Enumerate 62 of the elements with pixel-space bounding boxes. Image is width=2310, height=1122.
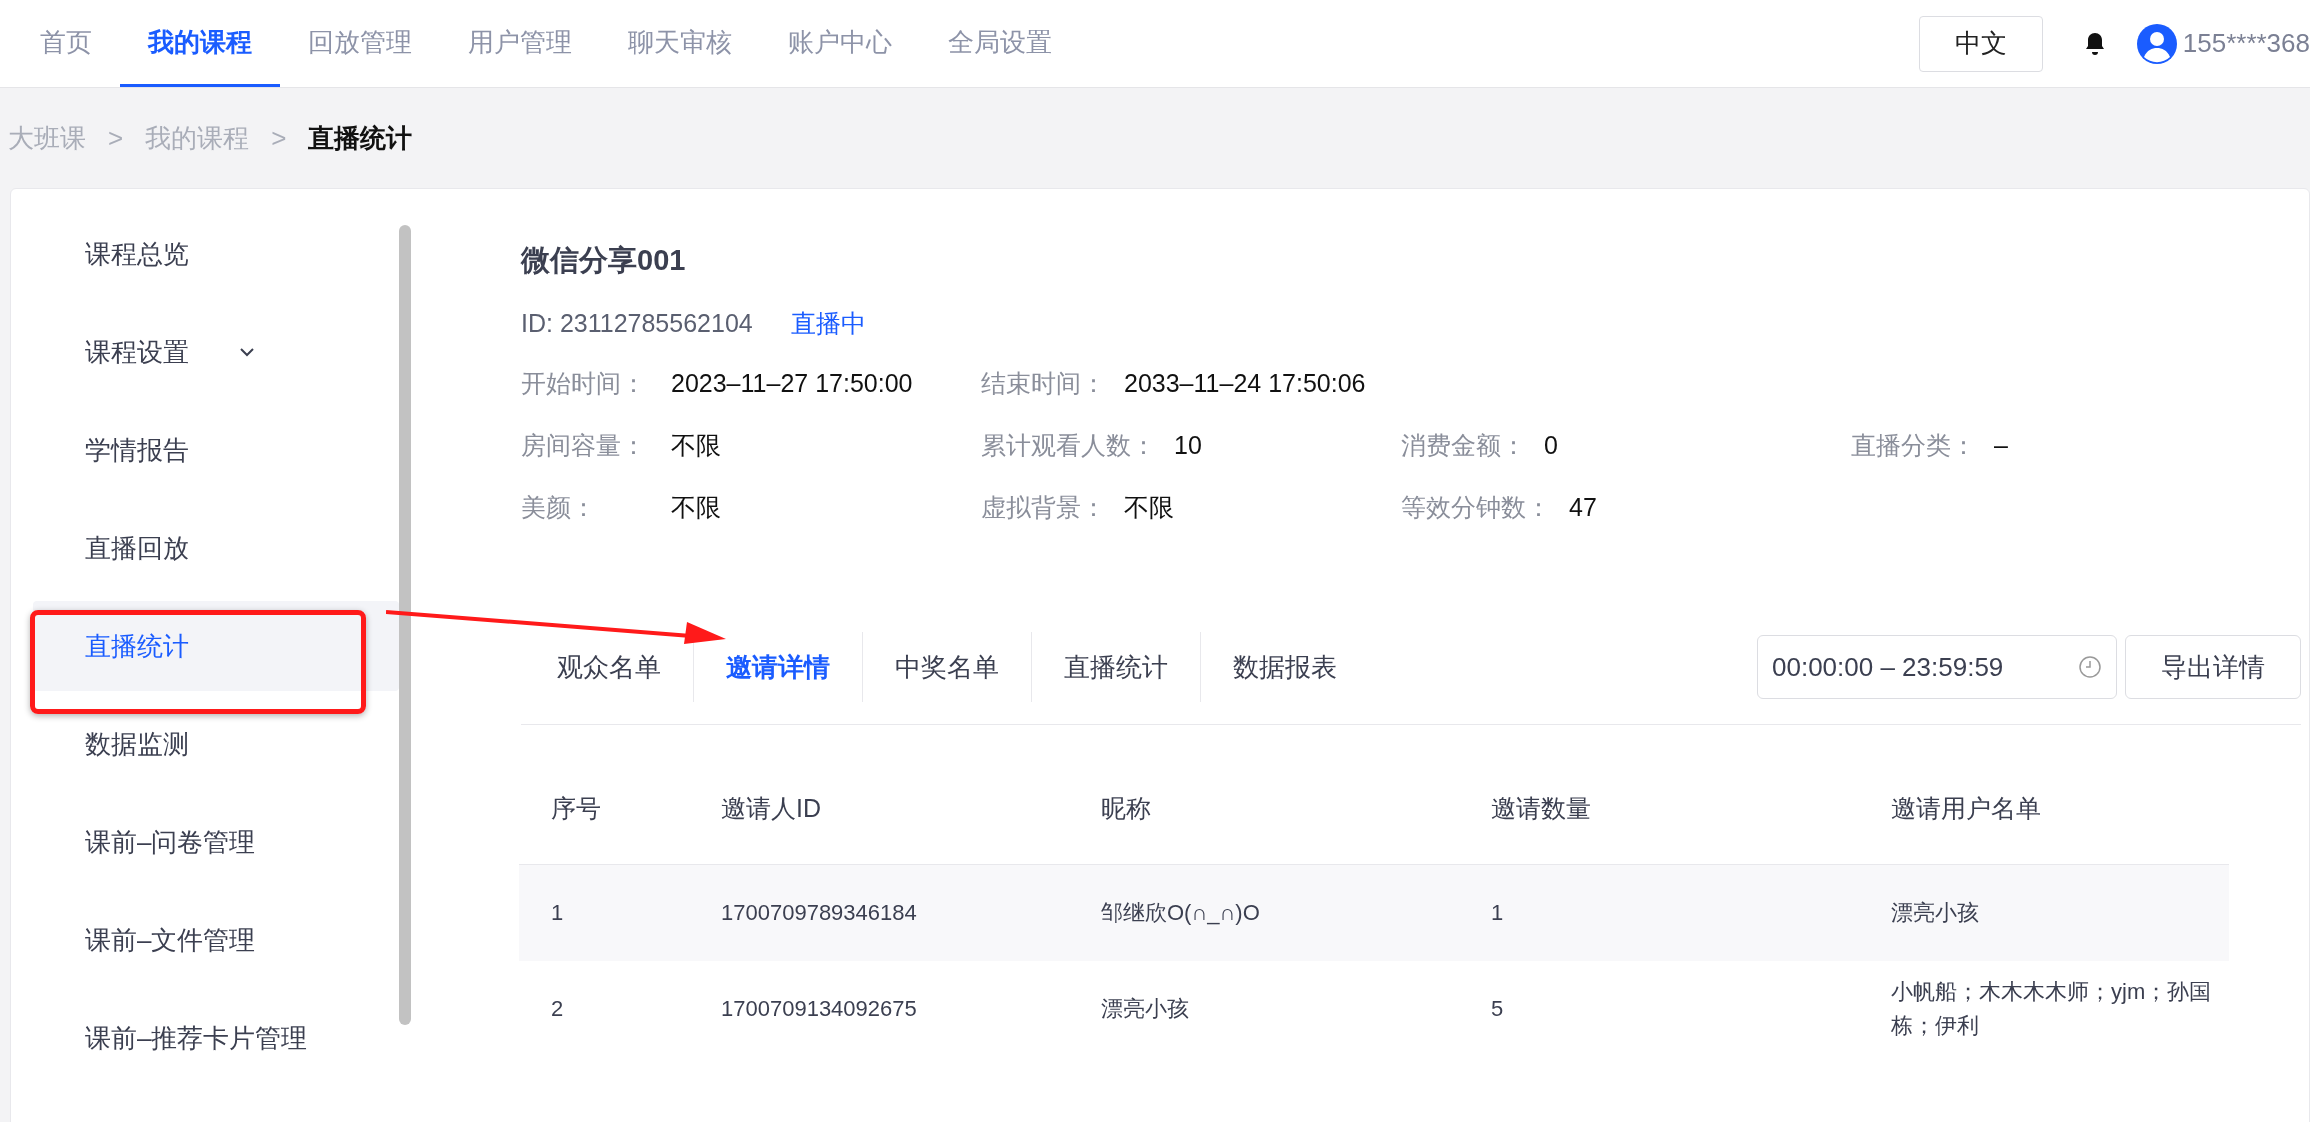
table-cell-text: 1700709134092675 (720, 995, 918, 1023)
tab[interactable]: 观众名单 (525, 647, 693, 687)
field-value: 2033–11–24 17:50:06 (1124, 368, 1366, 400)
field-label: 累计观看人数： (981, 430, 1157, 462)
time-range-field[interactable]: 00:00:00 – 23:59:59 (1757, 635, 2117, 699)
nav-tab[interactable]: 我的课程 (120, 0, 280, 87)
table-cell-text: 邹继欣O(∩_∩)O (1100, 899, 1261, 927)
breadcrumb-separator: > (271, 121, 287, 155)
field-label: 开始时间： (521, 368, 647, 400)
course-title: 微信分享001 (521, 243, 687, 278)
table-cell-text: 1700709789346184 (720, 899, 918, 927)
field-value: 47 (1569, 492, 1597, 524)
live-status: 直播中 (790, 307, 866, 339)
course-id: ID: 23112785562104 (521, 307, 753, 339)
table-cell-text: 漂亮小孩 (1890, 899, 1980, 927)
sidebar-item[interactable]: 课前–推荐卡片管理 (33, 993, 399, 1083)
table-cell-text: 漂亮小孩 (1100, 995, 1190, 1023)
field-label: 直播分类： (1851, 430, 1977, 462)
column-header: 邀请用户名单 (1890, 792, 2042, 824)
column-header: 邀请人ID (720, 792, 822, 824)
field-label: 房间容量： (521, 430, 647, 462)
sidebar-item[interactable]: 学情报告 (33, 405, 399, 495)
clock-icon (2078, 655, 2102, 679)
language-button[interactable]: 中文 (1918, 15, 2043, 72)
tab[interactable]: 邀请详情 (694, 647, 862, 687)
table-cell-text: 小帆船；木木木木师；yjm；孙国栋；伊利 (1890, 978, 2213, 1040)
breadcrumb-separator: > (108, 121, 124, 155)
field-value: 不限 (671, 430, 721, 462)
field-value: – (1994, 430, 2008, 462)
field-label: 美颜： (521, 492, 597, 524)
scrollbar-thumb[interactable] (399, 225, 411, 1025)
sidebar-item[interactable]: 直播回放 (33, 503, 399, 593)
table-cell-text: 5 (1490, 995, 1505, 1023)
field-label: 结束时间： (981, 368, 1107, 400)
tab[interactable]: 数据报表 (1201, 647, 1369, 687)
table-cell-text: 1 (550, 899, 565, 927)
field-value: 2023–11–27 17:50:00 (671, 368, 913, 400)
sidebar-item[interactable]: 课程总览 (33, 209, 399, 299)
tab[interactable]: 直播统计 (1032, 647, 1200, 687)
column-header: 昵称 (1100, 792, 1152, 824)
current-page-label: 直播统计 (308, 121, 413, 155)
table-cell-text: 1 (1490, 899, 1505, 927)
sidebar-item[interactable]: 课程设置 (33, 307, 399, 397)
username: 155****368 (2182, 27, 2310, 60)
field-value: 10 (1174, 430, 1202, 462)
tab[interactable]: 中奖名单 (863, 647, 1031, 687)
sidebar-item[interactable]: 直播统计 (33, 601, 399, 691)
column-header: 邀请数量 (1490, 792, 1592, 824)
field-value: 不限 (671, 492, 721, 524)
export-button[interactable]: 导出详情 (2125, 635, 2301, 699)
field-value: 0 (1544, 430, 1558, 462)
field-label: 虚拟背景： (981, 492, 1107, 524)
sidebar-item[interactable]: 课前–文件管理 (33, 895, 399, 985)
column-header: 序号 (550, 792, 602, 824)
chevron-down-icon (239, 347, 255, 357)
sidebar-item[interactable]: 数据监测 (33, 699, 399, 789)
table-cell-text: 2 (550, 995, 565, 1023)
avatar-icon[interactable] (2136, 23, 2177, 64)
sidebar-item[interactable]: 课前–问卷管理 (33, 797, 399, 887)
field-value: 不限 (1124, 492, 1174, 524)
field-label: 等效分钟数： (1401, 492, 1552, 524)
field-label: 消费金额： (1401, 430, 1527, 462)
